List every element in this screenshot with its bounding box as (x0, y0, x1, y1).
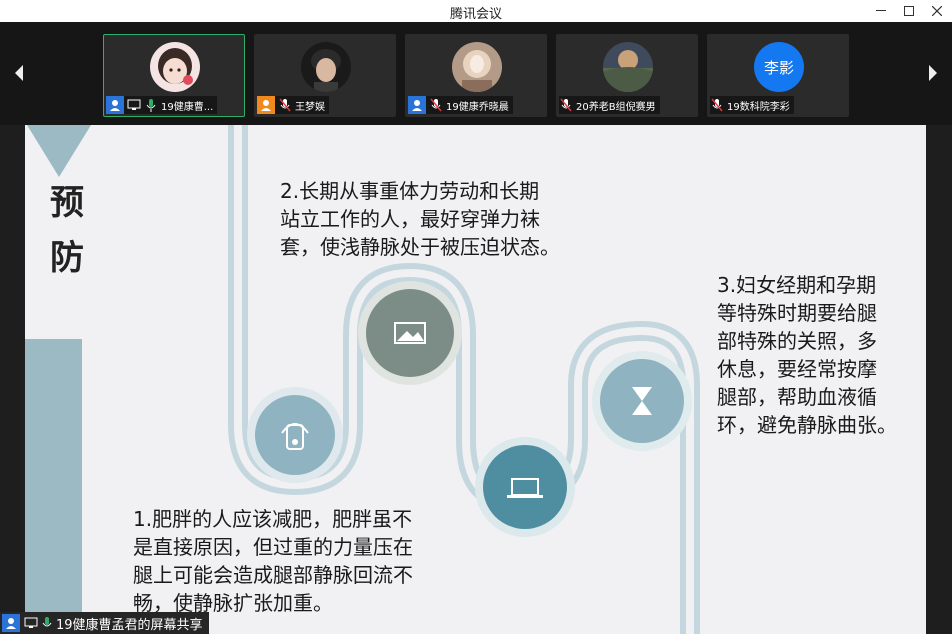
title-bar: 腾讯会议 (0, 0, 952, 22)
participant-name: 20养老B组倪赛男 (576, 101, 656, 113)
microphone-muted-icon (559, 98, 573, 112)
headphones-icon (247, 387, 343, 483)
host-badge (106, 96, 124, 114)
participant-name: 19健康曹... (161, 101, 214, 113)
participant-tile[interactable]: 19健康曹... (103, 34, 245, 117)
chevron-left-icon (15, 65, 23, 81)
participant-tile[interactable]: 王梦娱 (254, 34, 396, 117)
maximize-button[interactable] (894, 0, 924, 22)
participant-tile[interactable]: 19健康乔晓晨 (405, 34, 547, 117)
close-button[interactable] (922, 0, 952, 22)
laptop-icon (475, 437, 575, 537)
user-icon (412, 100, 422, 111)
user-badge (257, 96, 275, 114)
prev-page-button[interactable] (12, 64, 26, 84)
shared-screen: 预 防 2.长期从事重体力劳动和长期 站立工作的人，最好穿弹力袜 套，使浅静脉处… (0, 125, 952, 634)
next-page-button[interactable] (926, 64, 940, 84)
screen-share-icon (127, 98, 141, 112)
window-title: 腾讯会议 (449, 7, 502, 22)
avatar-initials: 李影 (763, 58, 794, 77)
maximize-icon (904, 6, 914, 16)
avatar (301, 42, 351, 92)
user-badge (408, 96, 426, 114)
slide-content: 预 防 2.长期从事重体力劳动和长期 站立工作的人，最好穿弹力袜 套，使浅静脉处… (25, 125, 926, 634)
hourglass-icon (592, 351, 692, 451)
participant-strip: 19健康曹... 王梦娱 19健康乔晓晨 20养老B组倪赛男 李影 19数科院李… (0, 22, 952, 125)
participant-name: 19数科院李彩 (727, 101, 790, 113)
avatar (603, 42, 653, 92)
avatar: 李影 (754, 42, 804, 92)
participant-name: 王梦娱 (295, 101, 325, 113)
microphone-on-icon (42, 617, 52, 627)
screen-share-label[interactable]: 19健康曹孟君的屏幕共享 (0, 612, 209, 634)
point-3-text: 3.妇女经期和孕期 等特殊时期要给腿 部特殊的关照，多 休息，要经常按摩 腿部，… (717, 273, 897, 437)
image-icon (358, 281, 462, 385)
user-icon (110, 100, 120, 111)
screen-share-owner: 19健康曹孟君的屏幕共享 (56, 617, 203, 633)
minimize-icon (876, 10, 886, 11)
microphone-muted-icon (278, 98, 292, 112)
point-2-text: 2.长期从事重体力劳动和长期 站立工作的人，最好穿弹力袜 套，使浅静脉处于被压迫… (280, 179, 560, 259)
screen-share-icon (24, 617, 38, 628)
minimize-button[interactable] (866, 0, 896, 22)
participant-name: 19健康乔晓晨 (446, 101, 509, 113)
slide-heading-line-2: 防 (50, 238, 84, 278)
point-1-text: 1.肥胖的人应该减肥，肥胖虽不 是直接原因，但过重的力量压在 腿上可能会造成腿部… (133, 507, 413, 615)
avatar (150, 42, 200, 92)
microphone-muted-icon (710, 98, 724, 112)
slide-heading-line-1: 预 (50, 183, 84, 223)
host-badge (2, 614, 20, 632)
microphone-muted-icon (429, 98, 443, 112)
avatar (452, 42, 502, 92)
microphone-on-icon (144, 98, 158, 112)
chevron-right-icon (929, 65, 937, 81)
participant-tile[interactable]: 20养老B组倪赛男 (556, 34, 698, 117)
close-icon (932, 6, 942, 16)
user-icon (261, 100, 271, 111)
user-icon (6, 618, 16, 629)
participant-tile[interactable]: 李影 19数科院李彩 (707, 34, 849, 117)
